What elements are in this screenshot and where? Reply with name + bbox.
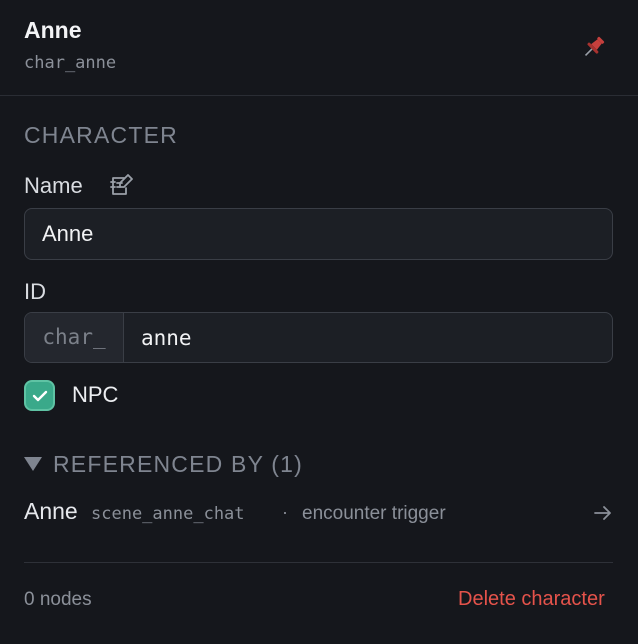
panel-header: Anne char_anne	[0, 0, 638, 96]
id-label: ID	[24, 279, 46, 304]
name-label: Name	[24, 173, 83, 198]
reference-type: encounter trigger	[302, 503, 446, 524]
reference-scene: scene_anne_chat	[91, 504, 245, 524]
id-prefix: char_	[25, 313, 124, 362]
reference-separator: ·	[282, 502, 288, 522]
character-id-subtitle: char_anne	[24, 53, 117, 73]
edit-notes-icon[interactable]	[108, 172, 134, 198]
footer-divider	[24, 562, 613, 563]
arrow-right-icon[interactable]	[592, 502, 614, 524]
npc-label[interactable]: NPC	[72, 382, 118, 408]
name-input[interactable]	[24, 208, 613, 260]
character-title: Anne	[24, 17, 82, 43]
node-count: 0 nodes	[24, 589, 92, 610]
delete-character-button[interactable]: Delete character	[458, 588, 605, 611]
referenced-by-title: REFERENCED BY (1)	[53, 451, 304, 477]
npc-checkbox[interactable]	[24, 380, 55, 411]
reference-row[interactable]: Anne scene_anne_chat · encounter trigger	[24, 494, 613, 534]
reference-name: Anne	[24, 498, 78, 524]
section-title-character: CHARACTER	[24, 122, 178, 148]
pin-icon[interactable]	[580, 33, 608, 61]
triangle-down-icon	[24, 457, 42, 471]
checkmark-icon	[32, 390, 48, 402]
id-input[interactable]	[124, 313, 612, 362]
id-field: char_	[24, 312, 613, 363]
